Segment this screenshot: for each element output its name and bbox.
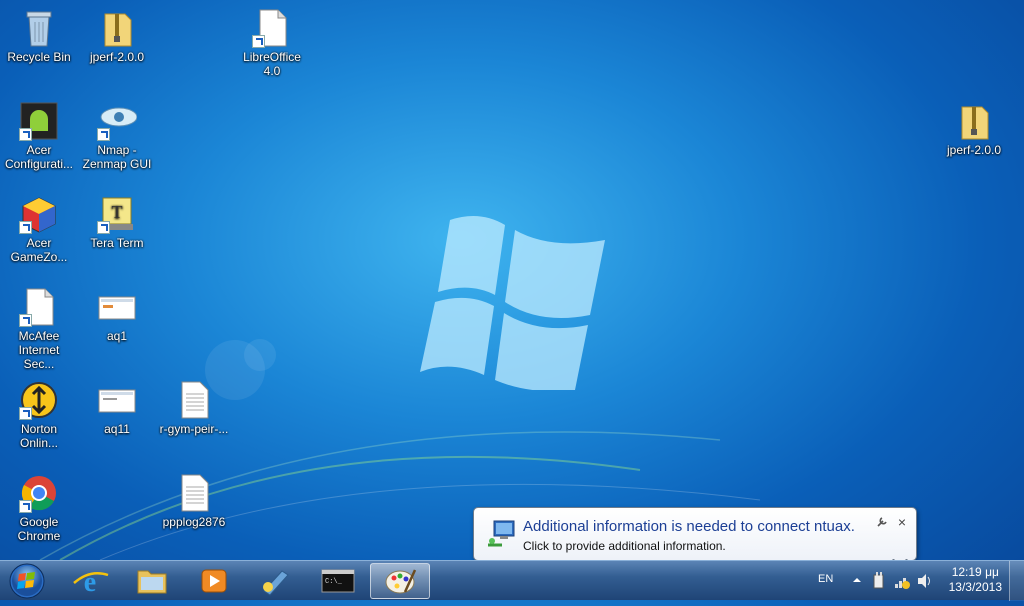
shortcut-arrow-icon	[97, 221, 110, 234]
shortcut-arrow-icon	[19, 407, 32, 420]
desktop-icon-libreoffice[interactable]: LibreOffice 4.0	[233, 2, 311, 78]
svg-text:e: e	[84, 567, 96, 598]
show-desktop-button[interactable]	[1009, 561, 1024, 601]
zip-folder-icon	[954, 101, 994, 141]
system-tray: EN 12:19 μμ 13/3/2013	[794, 561, 1024, 601]
taskbar-media-player[interactable]	[186, 563, 242, 599]
desktop-icon-mcafee[interactable]: McAfee Internet Sec...	[0, 281, 78, 371]
taskbar-windows-explorer[interactable]	[124, 563, 180, 599]
icon-label: jperf-2.0.0	[89, 50, 145, 64]
recycle-bin-icon	[19, 8, 59, 48]
desktop-icon-recycle-bin[interactable]: Recycle Bin	[0, 2, 78, 64]
icon-label: Recycle Bin	[7, 50, 71, 64]
start-button[interactable]	[4, 561, 50, 601]
power-plug-icon[interactable]	[872, 572, 886, 590]
icon-label: Norton Onlin...	[19, 422, 58, 450]
taskbar-paint-tool[interactable]	[248, 563, 304, 599]
desktop-icon-aq1[interactable]: aq1	[78, 281, 156, 343]
libreoffice-icon	[252, 8, 292, 48]
close-icon[interactable]: ×	[898, 514, 906, 530]
icon-label: Nmap - Zenmap GUI	[82, 143, 152, 171]
shortcut-arrow-icon	[19, 314, 32, 327]
icon-label: Acer GameZo...	[10, 236, 68, 264]
windows-logo	[420, 216, 605, 390]
desktop-icon-jperf-folder-2[interactable]: jperf-2.0.0	[935, 95, 1013, 157]
shortcut-arrow-icon	[19, 221, 32, 234]
icon-label: Google Chrome	[17, 515, 61, 543]
volume-icon[interactable]	[916, 572, 932, 590]
blank-document-icon	[19, 287, 59, 327]
shortcut-arrow-icon	[252, 35, 265, 48]
android-icon	[19, 101, 59, 141]
paint-palette-icon	[385, 569, 417, 594]
desktop-icon-google-chrome[interactable]: Google Chrome	[0, 467, 78, 543]
taskbar: e C:\_ EN 12:19 μμ 13/3/2013	[0, 560, 1024, 601]
internet-explorer-icon: e	[73, 567, 109, 598]
network-computer-icon	[486, 519, 516, 549]
shortcut-arrow-icon	[19, 500, 32, 513]
network-notification-balloon[interactable]: Additional information is needed to conn…	[473, 507, 917, 567]
rubiks-cube-icon	[19, 194, 59, 234]
desktop-icon-aq11[interactable]: aq11	[78, 374, 156, 436]
desktop-icon-ppplog[interactable]: ppplog2876	[155, 467, 233, 529]
paint-brush-icon	[263, 570, 289, 596]
icon-label: McAfee Internet Sec...	[18, 329, 60, 371]
tera-term-icon: T	[97, 194, 137, 234]
network-warning-icon[interactable]	[894, 572, 910, 590]
text-document-icon	[174, 473, 214, 513]
chrome-icon	[19, 473, 59, 513]
icon-label: jperf-2.0.0	[946, 143, 1002, 157]
icon-label: LibreOffice 4.0	[243, 50, 301, 78]
icon-label: ppplog2876	[162, 515, 226, 529]
icon-label: aq1	[106, 329, 128, 343]
icon-label: Tera Term	[90, 236, 144, 250]
folder-icon	[137, 570, 167, 594]
desktop-icon-jperf-folder[interactable]: jperf-2.0.0	[78, 2, 156, 64]
clock-time: 12:19 μμ	[951, 565, 999, 579]
show-hidden-icons-icon[interactable]	[852, 575, 862, 585]
desktop-icon-norton[interactable]: Norton Onlin...	[0, 374, 78, 450]
desktop-icon-nmap[interactable]: Nmap - Zenmap GUI	[78, 95, 156, 171]
icon-label: aq11	[104, 422, 130, 436]
balloon-title: Additional information is needed to conn…	[523, 518, 855, 535]
icon-label: r-gym-peir-...	[159, 422, 229, 436]
nmap-eye-icon	[97, 101, 138, 141]
zip-folder-icon	[97, 8, 137, 48]
taskbar-command-prompt[interactable]: C:\_	[310, 563, 366, 599]
shortcut-arrow-icon	[19, 128, 32, 141]
terminal-icon: C:\_	[321, 569, 355, 593]
desktop-icon-acer-gamezone[interactable]: Acer GameZo...	[0, 188, 78, 264]
text-document-icon	[174, 380, 214, 420]
taskbar-paint-active[interactable]	[370, 563, 430, 599]
balloon-message: Click to provide additional information.	[523, 539, 726, 553]
norton-icon	[19, 380, 59, 420]
media-player-icon	[201, 569, 227, 593]
screenshot-file-icon	[97, 287, 137, 327]
svg-text:C:\_: C:\_	[325, 578, 343, 586]
screenshot-file-icon	[97, 380, 137, 420]
clock-date: 13/3/2013	[948, 580, 1002, 594]
desktop-icon-acer-configuration[interactable]: Acer Configurati...	[0, 95, 78, 171]
options-wrench-icon[interactable]	[876, 516, 888, 528]
taskbar-internet-explorer[interactable]: e	[62, 563, 118, 599]
language-indicator[interactable]: EN	[818, 573, 833, 585]
icon-label: Acer Configurati...	[4, 143, 74, 171]
clock[interactable]: 12:19 μμ 13/3/2013	[949, 565, 1002, 595]
desktop-icon-r-gym-peir[interactable]: r-gym-peir-...	[155, 374, 233, 436]
svg-text:T: T	[112, 202, 123, 222]
shortcut-arrow-icon	[97, 128, 110, 141]
desktop-icon-tera-term[interactable]: T Tera Term	[78, 188, 156, 250]
